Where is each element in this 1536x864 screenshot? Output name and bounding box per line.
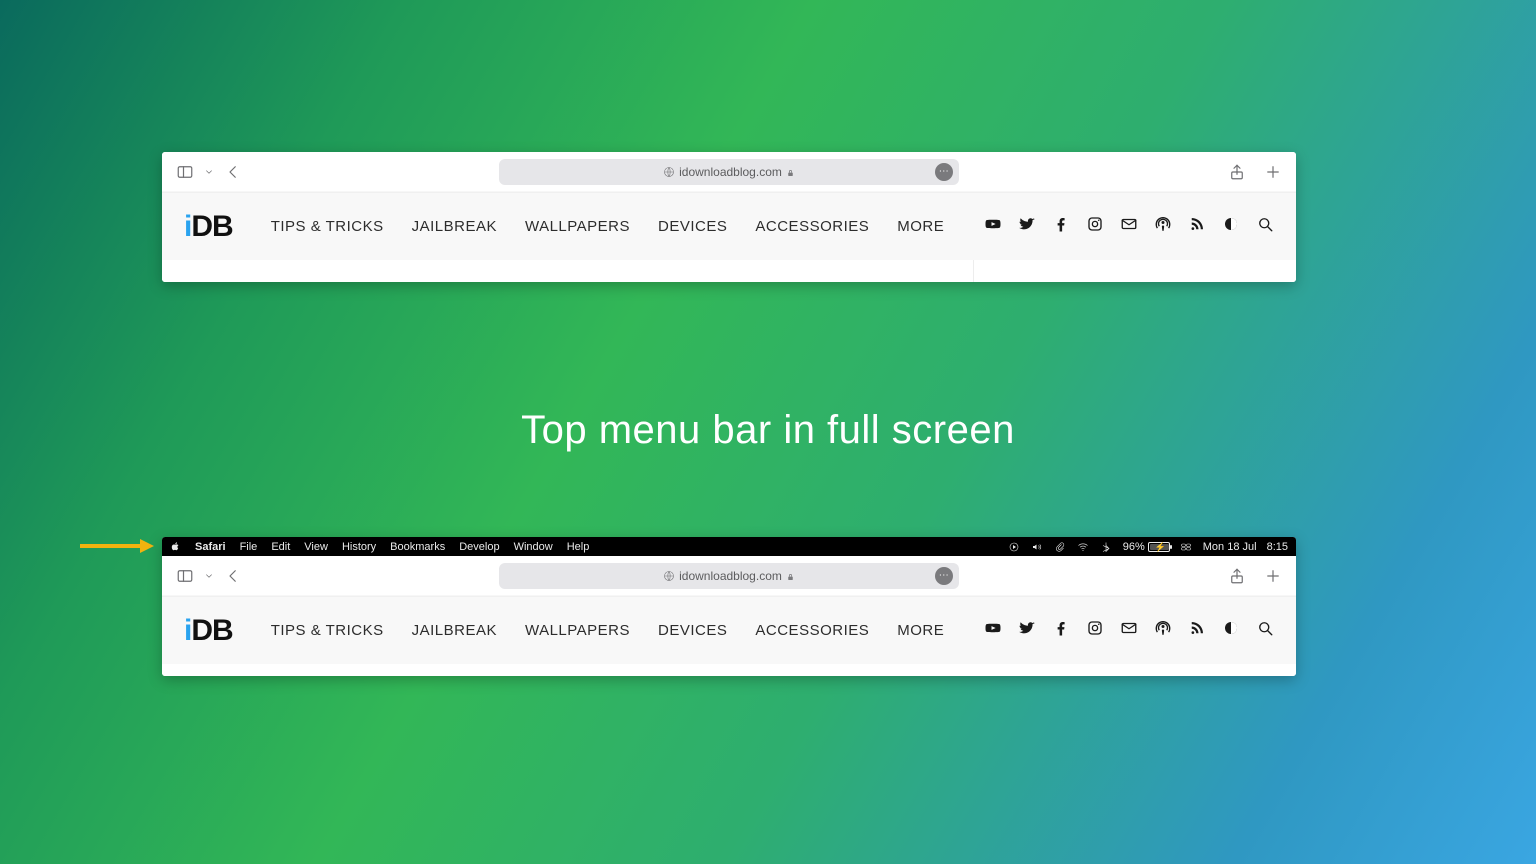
address-url: idownloadblog.com <box>679 165 782 179</box>
menubar-app-name[interactable]: Safari <box>195 541 226 553</box>
menubar-item[interactable]: Help <box>567 541 590 553</box>
address-bar[interactable]: idownloadblog.com ⋯ <box>499 563 959 589</box>
caption-text: Top menu bar in full screen <box>0 408 1536 453</box>
more-button[interactable]: ⋯ <box>935 567 953 585</box>
nav-item[interactable]: TIPS & TRICKS <box>271 218 384 235</box>
site-logo[interactable]: iDB <box>184 614 233 648</box>
menubar-item[interactable]: Bookmarks <box>390 541 445 553</box>
back-button[interactable] <box>224 163 242 181</box>
nav-item[interactable]: MORE <box>897 622 944 639</box>
mail-icon[interactable] <box>1120 215 1138 238</box>
rss-icon[interactable] <box>1188 619 1206 642</box>
youtube-icon[interactable] <box>984 215 1002 238</box>
new-tab-button[interactable] <box>1264 163 1282 181</box>
nav-item[interactable]: WALLPAPERS <box>525 622 630 639</box>
instagram-icon[interactable] <box>1086 619 1104 642</box>
nav-item[interactable]: JAILBREAK <box>412 622 497 639</box>
content-area <box>162 260 1296 282</box>
battery-percentage: 96% <box>1123 541 1145 553</box>
site-header: iDB TIPS & TRICKS JAILBREAK WALLPAPERS D… <box>162 596 1296 664</box>
nav-item[interactable]: WALLPAPERS <box>525 218 630 235</box>
menubar-item[interactable]: Window <box>514 541 553 553</box>
battery-status[interactable]: 96% ⚡ <box>1123 541 1170 553</box>
menubar-date[interactable]: Mon 18 Jul <box>1203 541 1257 553</box>
site-header: iDB TIPS & TRICKS JAILBREAK WALLPAPERS D… <box>162 192 1296 260</box>
now-playing-icon[interactable] <box>1008 540 1021 553</box>
sound-icon[interactable] <box>1031 540 1044 553</box>
macos-menubar: Safari File Edit View History Bookmarks … <box>162 537 1296 556</box>
nav-item[interactable]: ACCESSORIES <box>755 218 869 235</box>
lock-icon <box>786 571 795 581</box>
twitter-icon[interactable] <box>1018 215 1036 238</box>
facebook-icon[interactable] <box>1052 619 1070 642</box>
new-tab-button[interactable] <box>1264 567 1282 585</box>
nav-item[interactable]: MORE <box>897 218 944 235</box>
site-nav: TIPS & TRICKS JAILBREAK WALLPAPERS DEVIC… <box>271 218 945 235</box>
nav-item[interactable]: JAILBREAK <box>412 218 497 235</box>
site-nav: TIPS & TRICKS JAILBREAK WALLPAPERS DEVIC… <box>271 622 945 639</box>
apple-menu-icon[interactable] <box>170 541 181 552</box>
chevron-down-icon[interactable] <box>204 567 214 585</box>
safari-window-with-menubar: Safari File Edit View History Bookmarks … <box>162 537 1296 676</box>
instagram-icon[interactable] <box>1086 215 1104 238</box>
nav-item[interactable]: TIPS & TRICKS <box>271 622 384 639</box>
menubar-item[interactable]: History <box>342 541 376 553</box>
site-logo[interactable]: iDB <box>184 210 233 244</box>
content-area <box>162 664 1296 676</box>
address-url: idownloadblog.com <box>679 569 782 583</box>
menubar-time[interactable]: 8:15 <box>1267 541 1288 553</box>
menubar-item[interactable]: View <box>304 541 328 553</box>
podcast-icon[interactable] <box>1154 619 1172 642</box>
darkmode-icon[interactable] <box>1222 619 1240 642</box>
menubar-item[interactable]: File <box>240 541 258 553</box>
attachment-icon[interactable] <box>1054 540 1067 553</box>
wifi-icon[interactable] <box>1077 540 1090 553</box>
chevron-down-icon[interactable] <box>204 163 214 181</box>
sidebar-toggle-icon[interactable] <box>176 567 194 585</box>
youtube-icon[interactable] <box>984 619 1002 642</box>
safari-window-without-menubar: idownloadblog.com ⋯ iDB TIPS & TRICKS JA… <box>162 152 1296 282</box>
control-center-icon[interactable] <box>1180 540 1193 553</box>
bluetooth-icon[interactable] <box>1100 540 1113 553</box>
lock-icon <box>786 167 795 177</box>
annotation-arrow <box>80 540 158 552</box>
address-bar[interactable]: idownloadblog.com ⋯ <box>499 159 959 185</box>
site-social-icons <box>984 215 1274 238</box>
menubar-item[interactable]: Develop <box>459 541 499 553</box>
share-button[interactable] <box>1228 163 1246 181</box>
sidebar-toggle-icon[interactable] <box>176 163 194 181</box>
globe-icon <box>663 166 675 178</box>
nav-item[interactable]: DEVICES <box>658 218 727 235</box>
rss-icon[interactable] <box>1188 215 1206 238</box>
darkmode-icon[interactable] <box>1222 215 1240 238</box>
safari-toolbar: idownloadblog.com ⋯ <box>162 152 1296 192</box>
more-button[interactable]: ⋯ <box>935 163 953 181</box>
nav-item[interactable]: ACCESSORIES <box>755 622 869 639</box>
globe-icon <box>663 570 675 582</box>
menubar-item[interactable]: Edit <box>271 541 290 553</box>
search-icon[interactable] <box>1256 619 1274 642</box>
safari-toolbar: idownloadblog.com ⋯ <box>162 556 1296 596</box>
back-button[interactable] <box>224 567 242 585</box>
nav-item[interactable]: DEVICES <box>658 622 727 639</box>
mail-icon[interactable] <box>1120 619 1138 642</box>
twitter-icon[interactable] <box>1018 619 1036 642</box>
podcast-icon[interactable] <box>1154 215 1172 238</box>
search-icon[interactable] <box>1256 215 1274 238</box>
share-button[interactable] <box>1228 567 1246 585</box>
site-social-icons <box>984 619 1274 642</box>
facebook-icon[interactable] <box>1052 215 1070 238</box>
